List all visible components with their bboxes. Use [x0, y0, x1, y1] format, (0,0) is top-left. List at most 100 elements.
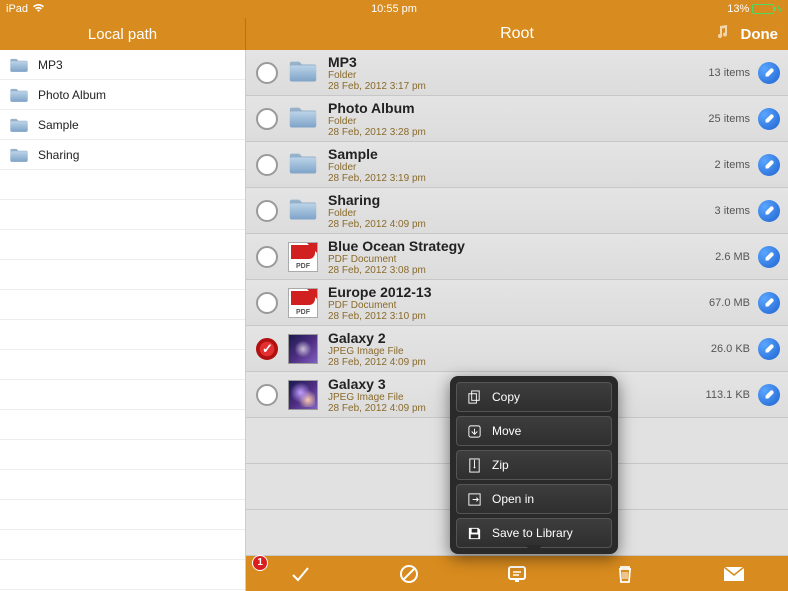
file-info: Photo AlbumFolder28 Feb, 2012 3:28 pm: [328, 100, 680, 138]
popover-move[interactable]: Move: [456, 416, 612, 446]
sidebar-item-label: Sample: [38, 118, 79, 132]
folder-icon: [8, 117, 30, 133]
file-row[interactable]: Photo AlbumFolder28 Feb, 2012 3:28 pm25 …: [246, 96, 788, 142]
pdf-icon: PDF: [288, 288, 318, 318]
select-checkbox[interactable]: [256, 154, 278, 176]
file-name: MP3: [328, 54, 680, 70]
file-kind: Folder: [328, 208, 680, 219]
popover-save[interactable]: Save to Library: [456, 518, 612, 548]
file-meta: 67.0 MB: [680, 297, 750, 309]
select-checkbox[interactable]: [256, 338, 278, 360]
edit-button[interactable]: [758, 108, 780, 130]
file-date: 28 Feb, 2012 3:17 pm: [328, 81, 680, 92]
select-checkbox[interactable]: [256, 62, 278, 84]
popover-label: Open in: [492, 492, 534, 506]
popover-label: Move: [492, 424, 521, 438]
battery-icon: [752, 4, 774, 14]
sidebar-item-label: Photo Album: [38, 88, 106, 102]
openin-icon: [467, 492, 482, 507]
file-info: Blue Ocean StrategyPDF Document28 Feb, 2…: [328, 238, 680, 276]
mail-button[interactable]: [714, 566, 754, 582]
select-checkbox[interactable]: [256, 200, 278, 222]
sidebar-item[interactable]: Sample: [0, 110, 245, 140]
edit-button[interactable]: [758, 154, 780, 176]
save-icon: [467, 526, 482, 541]
music-icon[interactable]: [714, 24, 730, 45]
file-info: Galaxy 2JPEG Image File28 Feb, 2012 4:09…: [328, 330, 680, 368]
file-kind: JPEG Image File: [328, 346, 680, 357]
file-date: 28 Feb, 2012 3:28 pm: [328, 127, 680, 138]
file-meta: 2.6 MB: [680, 251, 750, 263]
file-name: Photo Album: [328, 100, 680, 116]
select-checkbox[interactable]: [256, 108, 278, 130]
done-button[interactable]: Done: [741, 26, 779, 43]
file-row[interactable]: SharingFolder28 Feb, 2012 4:09 pm3 items: [246, 188, 788, 234]
file-date: 28 Feb, 2012 3:10 pm: [328, 311, 680, 322]
file-name: Sharing: [328, 192, 680, 208]
status-bar: iPad 10:55 pm 13% ϟ: [0, 0, 788, 18]
folder-icon: [8, 57, 30, 73]
battery-pct: 13%: [727, 3, 749, 15]
file-row[interactable]: SampleFolder28 Feb, 2012 3:19 pm2 items: [246, 142, 788, 188]
copy-icon: [467, 390, 482, 405]
file-name: Galaxy 2: [328, 330, 680, 346]
file-kind: PDF Document: [328, 254, 680, 265]
image-thumbnail: [288, 334, 318, 364]
delete-button[interactable]: [605, 564, 645, 584]
edit-button[interactable]: [758, 384, 780, 406]
edit-button[interactable]: [758, 246, 780, 268]
file-meta: 26.0 KB: [680, 343, 750, 355]
edit-button[interactable]: [758, 200, 780, 222]
sidebar-item[interactable]: MP3: [0, 50, 245, 80]
deselect-button[interactable]: [389, 564, 429, 584]
popover-label: Zip: [492, 458, 509, 472]
folder-icon: [8, 87, 30, 103]
sidebar-title: Local path: [0, 18, 246, 50]
sidebar-item[interactable]: Photo Album: [0, 80, 245, 110]
folder-icon: [288, 58, 318, 88]
file-meta: 113.1 KB: [680, 389, 750, 401]
file-info: MP3Folder28 Feb, 2012 3:17 pm: [328, 54, 680, 92]
sidebar-item-label: MP3: [38, 58, 63, 72]
file-kind: Folder: [328, 70, 680, 81]
wifi-icon: [32, 3, 45, 16]
file-row[interactable]: PDF Europe 2012-13PDF Document28 Feb, 201…: [246, 280, 788, 326]
file-name: Blue Ocean Strategy: [328, 238, 680, 254]
action-popover: Copy Move Zip Open in Save to Library: [450, 376, 618, 554]
edit-button[interactable]: [758, 62, 780, 84]
file-meta: 13 items: [680, 67, 750, 79]
file-info: SampleFolder28 Feb, 2012 3:19 pm: [328, 146, 680, 184]
zip-icon: [467, 458, 482, 473]
popover-label: Copy: [492, 390, 520, 404]
file-date: 28 Feb, 2012 3:19 pm: [328, 173, 680, 184]
file-row[interactable]: PDFBlue Ocean StrategyPDF Document28 Feb…: [246, 234, 788, 280]
main-header: Root Done: [246, 18, 788, 50]
select-checkbox[interactable]: [256, 292, 278, 314]
popover-openin[interactable]: Open in: [456, 484, 612, 514]
file-kind: PDF Document: [328, 300, 680, 311]
file-row[interactable]: MP3Folder28 Feb, 2012 3:17 pm13 items: [246, 50, 788, 96]
popover-copy[interactable]: Copy: [456, 382, 612, 412]
select-checkbox[interactable]: [256, 384, 278, 406]
action-menu-button[interactable]: [497, 564, 537, 584]
file-date: 28 Feb, 2012 4:09 pm: [328, 219, 680, 230]
charging-icon: ϟ: [777, 4, 782, 14]
page-title: Root: [500, 25, 534, 43]
edit-button[interactable]: [758, 338, 780, 360]
file-name: Europe 2012-13: [328, 284, 680, 300]
select-all-button[interactable]: [280, 563, 320, 585]
folder-icon: [288, 150, 318, 180]
edit-button[interactable]: [758, 292, 780, 314]
device-label: iPad: [6, 3, 28, 15]
sidebar-item[interactable]: Sharing: [0, 140, 245, 170]
popover-label: Save to Library: [492, 526, 573, 540]
selection-badge: 1: [252, 555, 268, 571]
sidebar: MP3 Photo Album Sample Sharing: [0, 50, 246, 591]
file-meta: 3 items: [680, 205, 750, 217]
select-checkbox[interactable]: [256, 246, 278, 268]
popover-zip[interactable]: Zip: [456, 450, 612, 480]
file-info: Europe 2012-13PDF Document28 Feb, 2012 3…: [328, 284, 680, 322]
file-row[interactable]: Galaxy 2JPEG Image File28 Feb, 2012 4:09…: [246, 326, 788, 372]
file-meta: 25 items: [680, 113, 750, 125]
file-meta: 2 items: [680, 159, 750, 171]
